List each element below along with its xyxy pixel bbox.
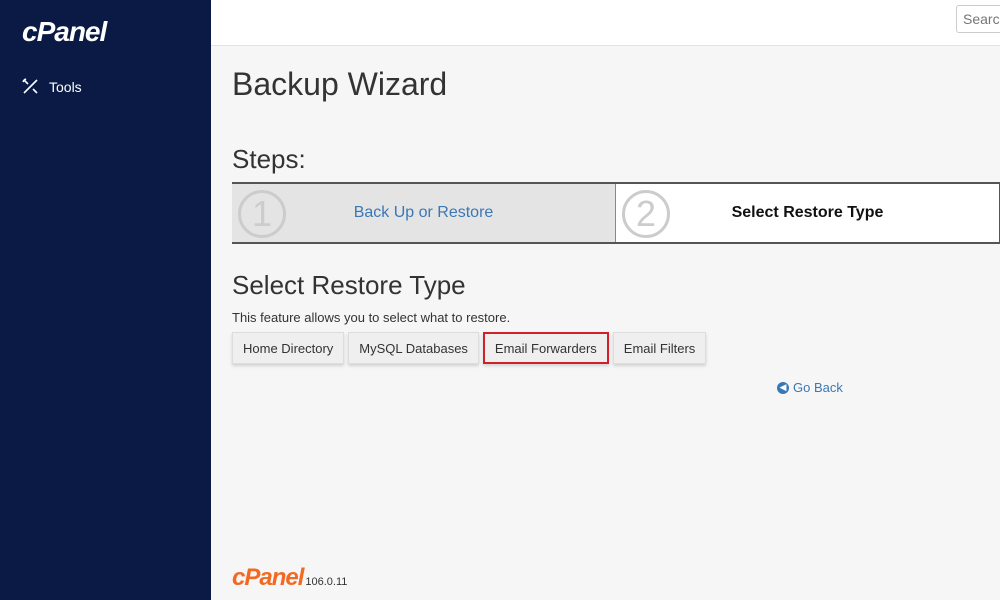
page-title: Backup Wizard — [232, 66, 448, 102]
mysql-databases-button[interactable]: MySQL Databases — [348, 332, 479, 364]
go-back-label[interactable]: Go Back — [793, 380, 843, 395]
steps-heading: Steps: — [232, 144, 306, 174]
step-number: 2 — [622, 190, 670, 238]
arrow-left-circle-icon: ◀ — [777, 381, 789, 394]
tools-icon — [22, 78, 38, 94]
go-back-link[interactable]: ◀ Go Back — [777, 380, 843, 395]
step-label[interactable]: Back Up or Restore — [354, 204, 494, 222]
email-forwarders-button[interactable]: Email Forwarders — [482, 332, 609, 364]
email-filters-button[interactable]: Email Filters — [612, 332, 707, 364]
cpanel-logo[interactable]: cPanel — [22, 16, 107, 48]
sidebar-item-tools[interactable]: Tools — [22, 78, 82, 95]
section-title: Select Restore Type — [232, 270, 466, 300]
step-label: Select Restore Type — [731, 204, 884, 221]
search-input[interactable] — [956, 5, 1000, 33]
restore-type-buttons: Home Directory MySQL Databases Email For… — [232, 332, 707, 364]
description: This feature allows you to select what t… — [232, 310, 511, 325]
footer-cpanel-logo: cPanel — [232, 564, 304, 591]
step-back-up-or-restore[interactable]: 1 Back Up or Restore — [232, 184, 616, 242]
home-directory-button[interactable]: Home Directory — [232, 332, 345, 364]
top-bar — [211, 0, 1000, 46]
steps-bar: 1 Back Up or Restore 2 Select Restore Ty… — [232, 182, 1000, 244]
version: 106.0.11 — [305, 576, 348, 588]
sidebar: cPanel Tools — [0, 0, 211, 600]
step-select-restore-type: 2 Select Restore Type — [616, 184, 1000, 242]
footer: cPanel 106.0.11 — [232, 564, 347, 592]
step-number: 1 — [238, 190, 286, 238]
sidebar-item-label: Tools — [49, 78, 82, 95]
